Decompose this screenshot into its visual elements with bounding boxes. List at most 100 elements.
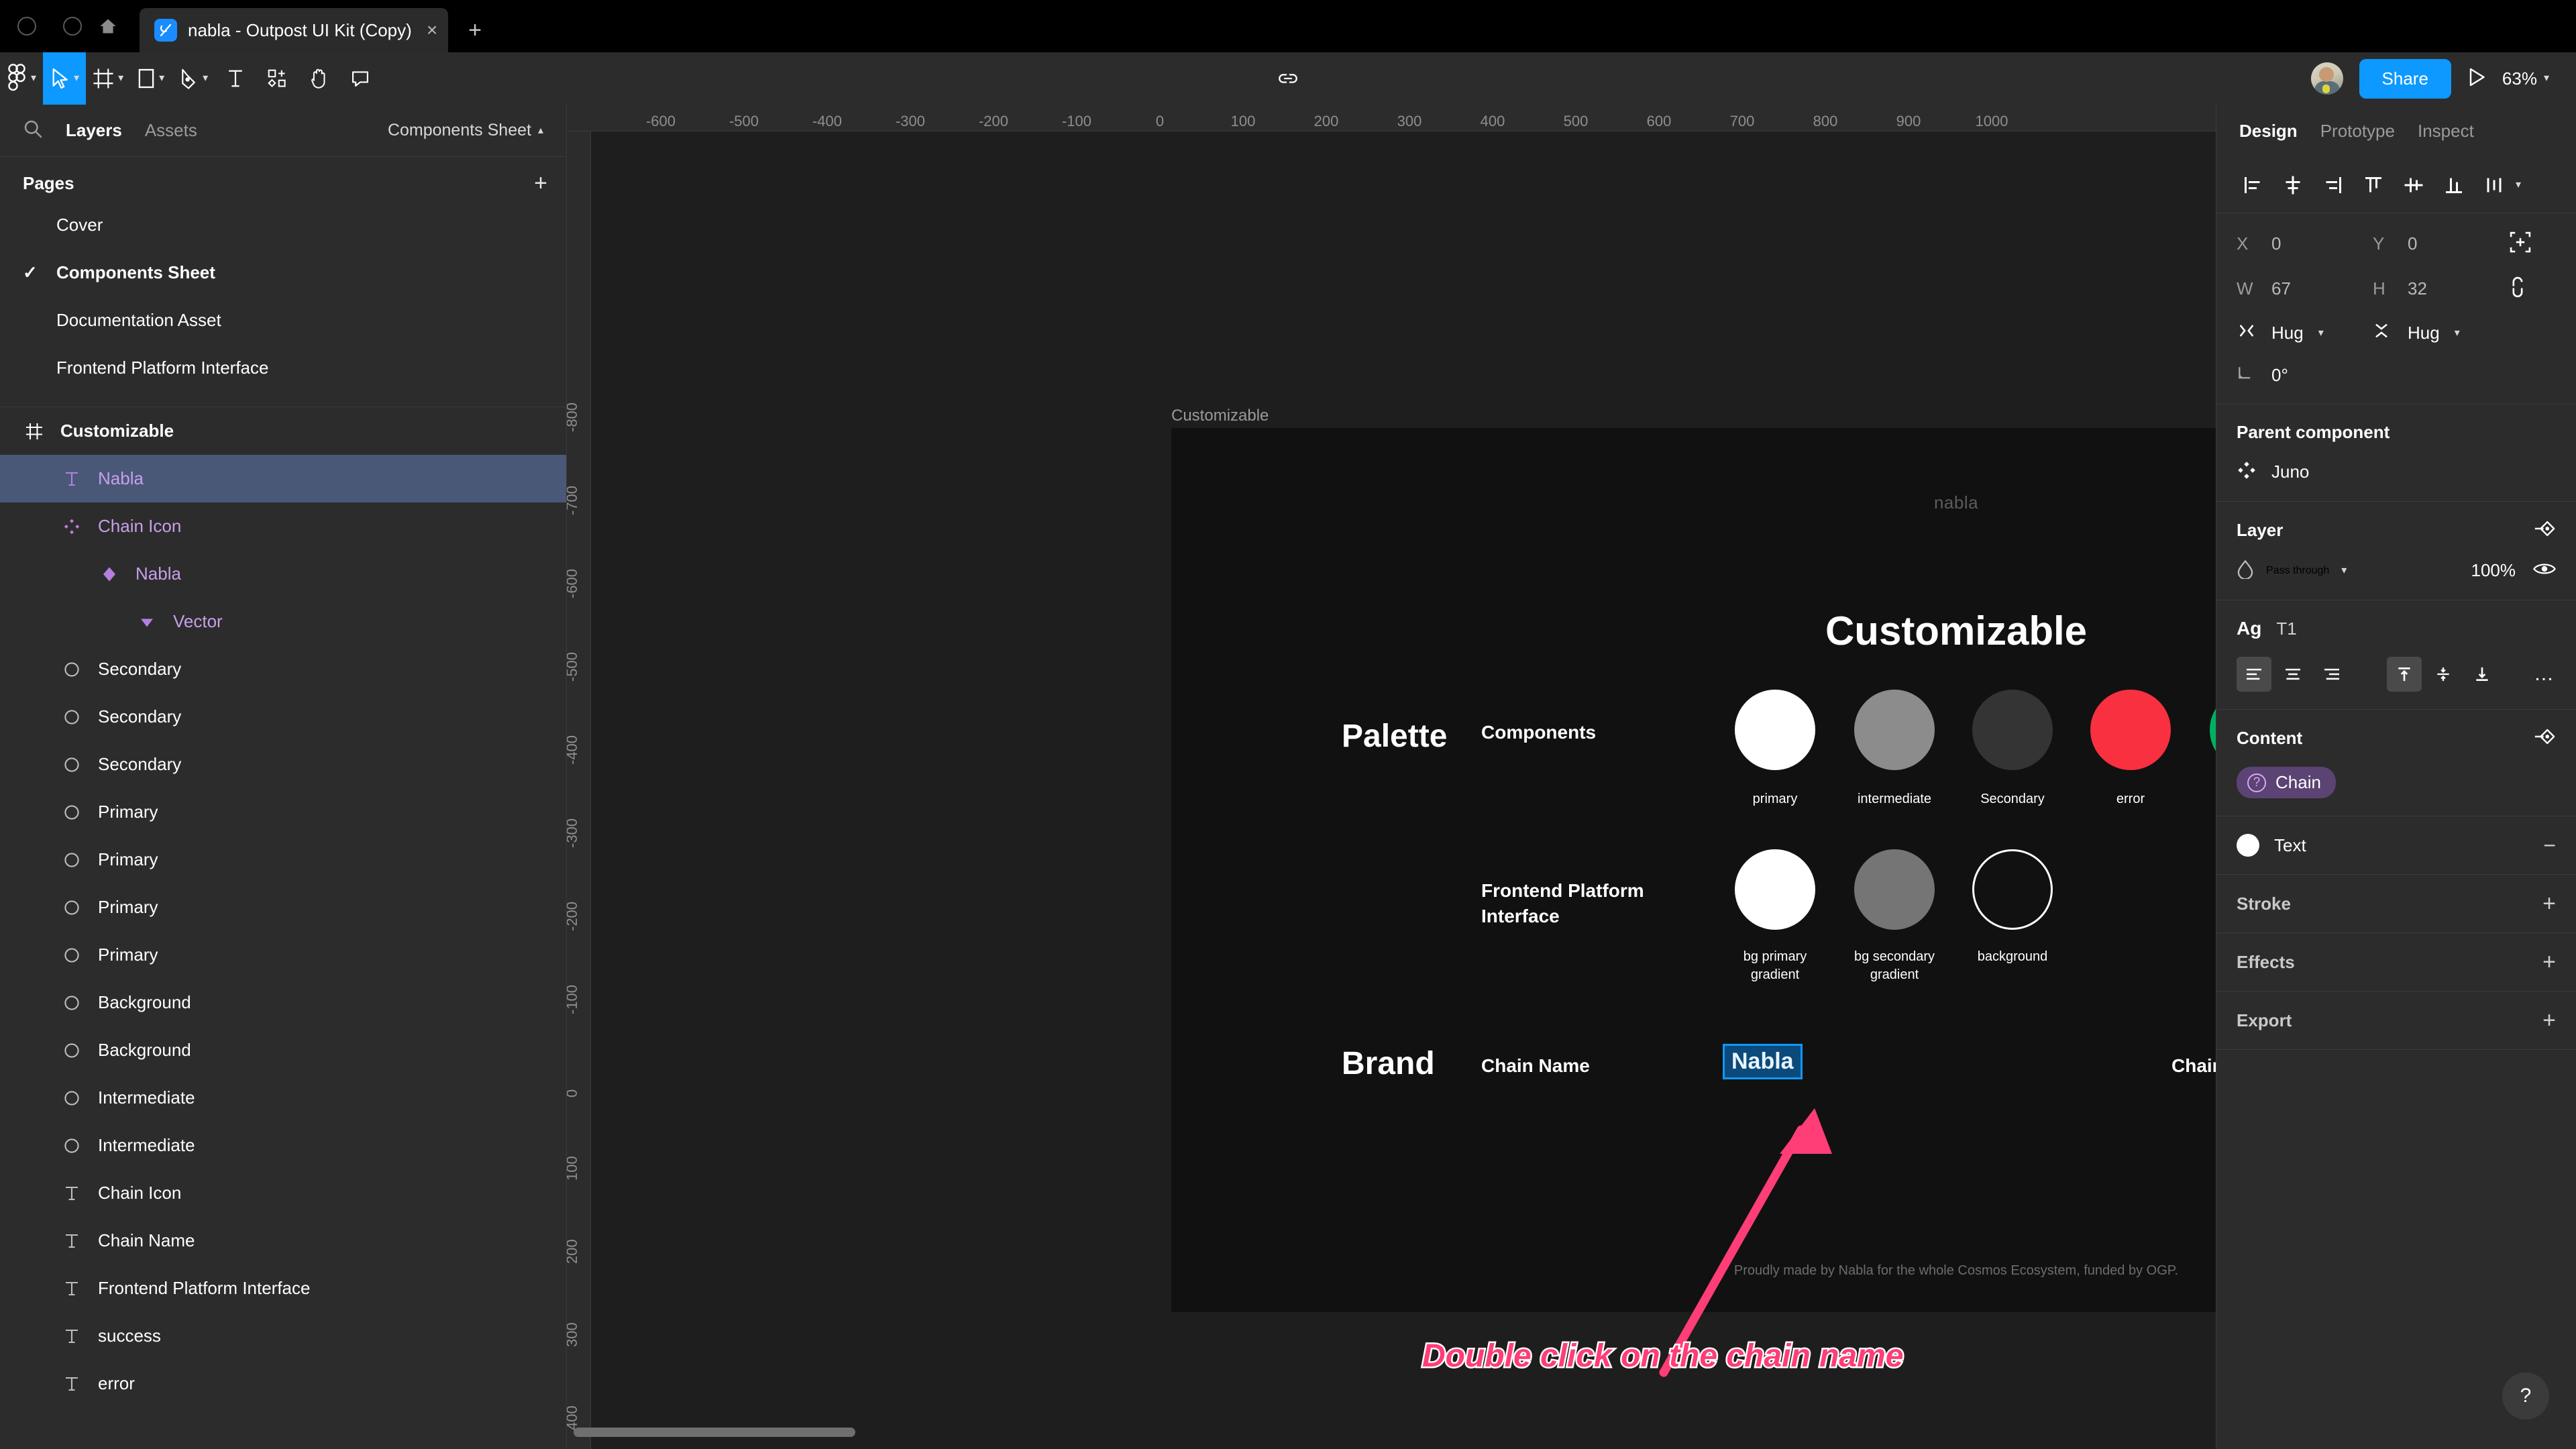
- layer-item[interactable]: Secondary: [0, 693, 566, 741]
- apply-content-style-button[interactable]: [2533, 727, 2556, 749]
- layer-item[interactable]: error: [0, 1360, 566, 1407]
- align-horizontal-center-icon[interactable]: [2274, 166, 2312, 204]
- page-item-components-sheet[interactable]: ✓Components Sheet: [0, 249, 566, 297]
- avatar[interactable]: [2311, 62, 2343, 95]
- text-tool-button[interactable]: [215, 52, 256, 105]
- lock-aspect-ratio-button[interactable]: [2509, 276, 2556, 302]
- canvas-horizontal-scrollbar[interactable]: [574, 1428, 855, 1437]
- tab-inspect[interactable]: Inspect: [2418, 121, 2474, 142]
- content-property-chip[interactable]: ? Chain: [2237, 767, 2336, 798]
- y-field[interactable]: Y 0: [2373, 233, 2509, 254]
- layer-item[interactable]: Nabla: [0, 455, 566, 502]
- resize-height-dropdown[interactable]: Hug ▾: [2373, 321, 2509, 345]
- frontend-swatch[interactable]: [1972, 849, 2053, 930]
- align-left-icon[interactable]: [2234, 166, 2271, 204]
- browser-tab[interactable]: nabla - Outpost UI Kit (Copy) ×: [140, 8, 448, 52]
- opacity-value[interactable]: 100%: [2471, 560, 2516, 581]
- link-button[interactable]: [1267, 52, 1309, 105]
- more-text-options-button[interactable]: …: [2534, 663, 2556, 686]
- frame-name-label[interactable]: Customizable: [1171, 407, 1269, 425]
- text-align-right-button[interactable]: [2314, 657, 2349, 692]
- home-button[interactable]: [82, 0, 134, 52]
- resize-width-dropdown[interactable]: Hug ▾: [2237, 322, 2373, 344]
- page-item-documentation-asset[interactable]: Documentation Asset: [0, 297, 566, 344]
- palette-swatch[interactable]: [1972, 690, 2053, 770]
- text-align-left-button[interactable]: [2237, 657, 2271, 692]
- tab-design[interactable]: Design: [2239, 121, 2298, 142]
- layer-item[interactable]: Customizable: [0, 407, 566, 455]
- align-top-icon[interactable]: [2355, 166, 2392, 204]
- comment-tool-button[interactable]: [339, 52, 381, 105]
- shape-tool-button[interactable]: ▾: [130, 52, 172, 105]
- width-field[interactable]: W 67: [2237, 278, 2373, 299]
- layer-item[interactable]: Chain Icon: [0, 1169, 566, 1217]
- distribute-icon[interactable]: [2475, 166, 2513, 204]
- current-page-dropdown[interactable]: Components Sheet ▴: [388, 121, 543, 140]
- canvas-area[interactable]: -600-500-400-300-200-1000100200300400500…: [567, 105, 2216, 1449]
- layer-item[interactable]: Primary: [0, 788, 566, 836]
- apply-style-button[interactable]: [2533, 519, 2556, 541]
- layer-item[interactable]: Chain Icon: [0, 502, 566, 550]
- add-export-button[interactable]: +: [2542, 1009, 2556, 1032]
- share-button[interactable]: Share: [2359, 59, 2451, 99]
- present-button[interactable]: [2467, 67, 2486, 91]
- frame-tool-button[interactable]: ▾: [86, 52, 130, 105]
- text-align-center-button[interactable]: [2275, 657, 2310, 692]
- chevron-down-icon[interactable]: ▾: [2516, 180, 2521, 191]
- frontend-swatch[interactable]: [1735, 849, 1815, 930]
- tab-assets[interactable]: Assets: [145, 120, 197, 141]
- add-effect-button[interactable]: +: [2542, 951, 2556, 973]
- chain-name-text-selected[interactable]: Nabla: [1723, 1044, 1803, 1079]
- text-style-row[interactable]: Ag T1: [2237, 618, 2556, 639]
- frontend-swatch[interactable]: [1854, 849, 1935, 930]
- layer-item[interactable]: Background: [0, 1026, 566, 1074]
- x-field[interactable]: X 0: [2237, 233, 2373, 254]
- text-align-bottom-button[interactable]: [2465, 657, 2500, 692]
- layer-item[interactable]: Chain Name: [0, 1217, 566, 1265]
- layer-item[interactable]: Frontend Platform Interface: [0, 1265, 566, 1312]
- add-stroke-button[interactable]: +: [2542, 892, 2556, 915]
- artboard-customizable[interactable]: nabla Customizable Palette Components pr…: [1171, 428, 2216, 1312]
- palette-swatch[interactable]: [2090, 690, 2171, 770]
- layer-item[interactable]: Primary: [0, 883, 566, 931]
- layer-item[interactable]: Vector: [0, 598, 566, 645]
- pen-tool-button[interactable]: ▾: [172, 52, 215, 105]
- layer-item[interactable]: Nabla: [0, 550, 566, 598]
- rotation-field[interactable]: 0°: [2237, 364, 2373, 386]
- layer-item[interactable]: Intermediate: [0, 1122, 566, 1169]
- zoom-level-dropdown[interactable]: 63% ▾: [2502, 68, 2549, 89]
- close-icon[interactable]: ×: [427, 21, 437, 40]
- search-icon[interactable]: [23, 119, 43, 142]
- palette-swatch[interactable]: [2210, 690, 2216, 770]
- hand-tool-button[interactable]: [298, 52, 339, 105]
- tab-prototype[interactable]: Prototype: [2320, 121, 2395, 142]
- align-vertical-center-icon[interactable]: [2395, 166, 2432, 204]
- remove-fill-button[interactable]: −: [2543, 835, 2556, 856]
- layer-item[interactable]: Intermediate: [0, 1074, 566, 1122]
- help-button[interactable]: ?: [2502, 1373, 2549, 1419]
- components-tool-button[interactable]: [256, 52, 298, 105]
- figma-menu-button[interactable]: ▾: [0, 52, 43, 105]
- text-align-middle-button[interactable]: [2426, 657, 2461, 692]
- page-item-cover[interactable]: Cover: [0, 201, 566, 249]
- visibility-toggle[interactable]: [2533, 561, 2556, 580]
- move-tool-button[interactable]: ▾: [43, 52, 86, 105]
- fill-color-swatch[interactable]: [2237, 834, 2259, 857]
- palette-swatch[interactable]: [1735, 690, 1815, 770]
- layer-item[interactable]: success: [0, 1312, 566, 1360]
- tab-layers[interactable]: Layers: [66, 120, 122, 141]
- blend-mode-dropdown[interactable]: Pass through ▾: [2237, 559, 2471, 582]
- layer-item[interactable]: Primary: [0, 931, 566, 979]
- align-right-icon[interactable]: [2314, 166, 2352, 204]
- page-item-frontend-platform-interface[interactable]: Frontend Platform Interface: [0, 344, 566, 392]
- layer-item[interactable]: Background: [0, 979, 566, 1026]
- align-bottom-icon[interactable]: [2435, 166, 2473, 204]
- window-close-dot[interactable]: [17, 17, 36, 36]
- parent-component-row[interactable]: Juno: [2237, 460, 2556, 484]
- new-tab-button[interactable]: +: [448, 8, 502, 52]
- window-minimize-dot[interactable]: [63, 17, 82, 36]
- layer-item[interactable]: Primary: [0, 836, 566, 883]
- layer-item[interactable]: Secondary: [0, 645, 566, 693]
- text-align-top-button[interactable]: [2387, 657, 2422, 692]
- fill-row[interactable]: Text −: [2237, 834, 2556, 857]
